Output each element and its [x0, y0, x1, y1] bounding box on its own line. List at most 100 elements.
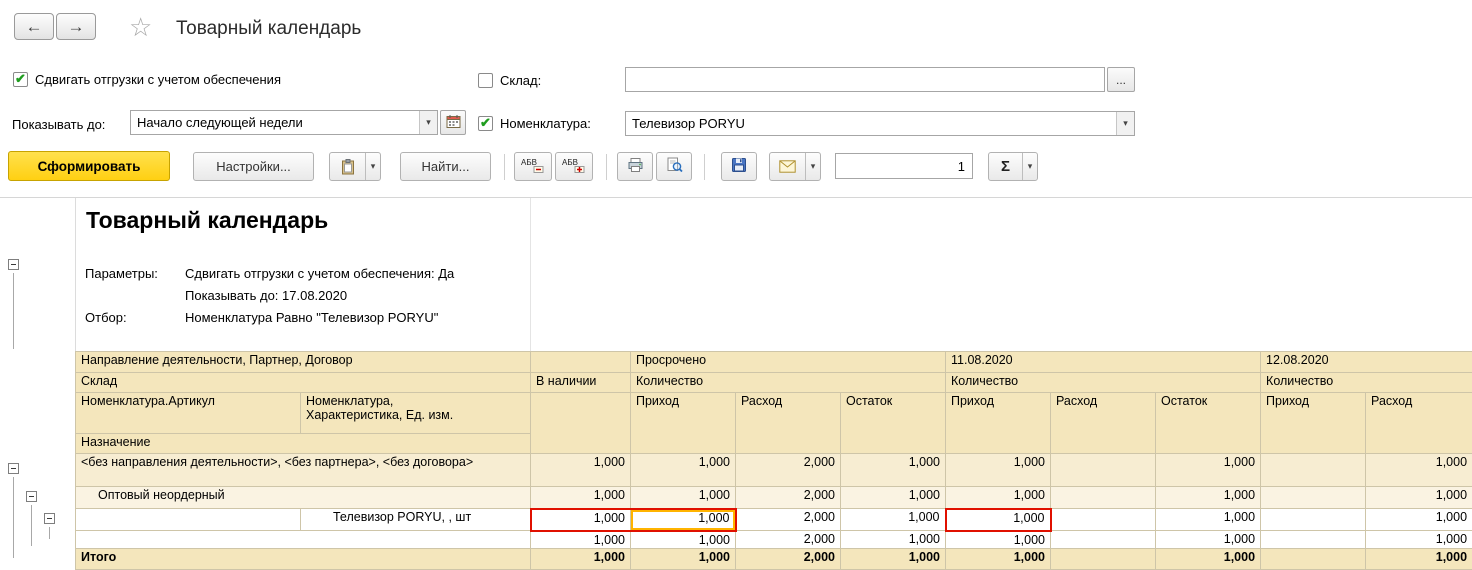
header-purpose[interactable]: Назначение — [75, 433, 531, 454]
warehouse-input[interactable] — [625, 67, 1105, 92]
header-group-date-1[interactable]: 11.08.2020 — [944, 351, 1262, 373]
value-cell[interactable]: 1,000 — [630, 547, 736, 570]
header-measure[interactable]: Приход — [630, 392, 736, 454]
value-cell[interactable]: 1,000 — [1365, 486, 1472, 509]
warehouse-input-field[interactable] — [626, 68, 1104, 91]
counter-input[interactable] — [836, 154, 972, 178]
group-collapse-button[interactable] — [44, 513, 55, 524]
value-cell[interactable]: 1,000 — [530, 486, 631, 509]
header-group-date-2[interactable]: 12.08.2020 — [1260, 351, 1472, 373]
header-empty-cell[interactable] — [530, 392, 631, 454]
header-measure[interactable]: Остаток — [840, 392, 946, 454]
value-cell[interactable]: 1,000 — [1154, 530, 1262, 549]
value-cell[interactable]: 1,000 — [840, 508, 946, 531]
value-cell[interactable]: 1,000 — [840, 486, 946, 509]
chevron-down-icon[interactable]: ▾ — [1022, 153, 1037, 180]
value-cell[interactable] — [1260, 530, 1367, 549]
warehouse-checkbox[interactable]: Склад: — [478, 73, 541, 88]
header-measure[interactable]: Расход — [1365, 392, 1472, 454]
nomenclature-input-field[interactable] — [626, 112, 1116, 135]
value-cell[interactable]: 1,000 — [530, 547, 631, 570]
value-cell[interactable]: 1,000 — [945, 453, 1051, 487]
header-article[interactable]: Номенклатура.Артикул — [75, 392, 301, 434]
row-label-cell[interactable] — [75, 530, 531, 549]
back-button[interactable]: ← — [14, 13, 54, 40]
value-cell[interactable]: 1,000 — [530, 453, 631, 487]
shift-shipments-checkbox[interactable]: ✔ Сдвигать отгрузки с учетом обеспечения — [13, 72, 281, 87]
warehouse-select-button[interactable]: ... — [1107, 67, 1135, 92]
row-label-cell[interactable]: <без направления деятельности>, <без пар… — [75, 453, 531, 487]
counter-field[interactable] — [835, 153, 973, 179]
save-button[interactable] — [721, 152, 757, 181]
header-measure[interactable]: Расход — [1050, 392, 1156, 454]
header-warehouse[interactable]: Склад — [75, 372, 531, 393]
value-cell[interactable]: 1,000 — [840, 547, 946, 570]
value-cell[interactable]: 2,000 — [735, 530, 841, 549]
value-cell[interactable] — [1050, 508, 1156, 531]
value-cell[interactable]: 1,000 — [1154, 508, 1262, 531]
header-measure[interactable]: Расход — [735, 392, 841, 454]
header-measure[interactable]: Приход — [1260, 392, 1367, 454]
collapse-groups-button[interactable]: АБВ — [514, 152, 552, 181]
report-variants-button[interactable]: ▾ — [329, 152, 381, 181]
value-cell[interactable]: 2,000 — [735, 547, 841, 570]
header-measure[interactable]: Остаток — [1154, 392, 1262, 454]
forward-button[interactable]: → — [56, 13, 96, 40]
nomenclature-dropdown-button[interactable]: ▾ — [1116, 112, 1134, 135]
row-label-cell[interactable]: Оптовый неордерный — [75, 486, 531, 509]
value-cell[interactable]: 1,000 — [945, 530, 1051, 549]
row-label-cell[interactable]: Итого — [75, 547, 531, 570]
value-cell[interactable]: 1,000 — [1154, 453, 1262, 487]
value-cell[interactable]: 2,000 — [735, 508, 841, 531]
header-quantity[interactable]: Количество — [1260, 372, 1472, 393]
value-cell[interactable]: 1,000 — [1365, 530, 1472, 549]
value-cell[interactable]: 1,000 — [630, 530, 736, 549]
value-cell[interactable]: 1,000 — [1154, 486, 1262, 509]
generate-button[interactable]: Сформировать — [8, 151, 170, 181]
value-cell[interactable]: 1,000 — [840, 530, 946, 549]
header-nomenclature[interactable]: Номенклатура, Характеристика, Ед. изм. — [300, 392, 531, 434]
value-cell[interactable] — [1260, 453, 1367, 487]
find-button[interactable]: Найти... — [400, 152, 491, 181]
header-direction-partner-contract[interactable]: Направление деятельности, Партнер, Догов… — [75, 351, 531, 373]
show-until-combo[interactable]: ▾ — [130, 110, 438, 135]
header-quantity[interactable]: Количество — [630, 372, 946, 393]
expand-groups-button[interactable]: АБВ — [555, 152, 593, 181]
value-cell[interactable]: 1,000 — [945, 486, 1051, 509]
value-cell[interactable]: 1,000 — [1365, 508, 1472, 531]
header-measure[interactable]: Приход — [945, 392, 1051, 454]
header-in-stock[interactable]: В наличии — [530, 372, 631, 393]
value-cell[interactable] — [1050, 486, 1156, 509]
value-cell[interactable] — [1260, 486, 1367, 509]
value-cell[interactable]: 2,000 — [735, 486, 841, 509]
value-cell[interactable] — [1260, 508, 1367, 531]
nomenclature-combo[interactable]: ▾ — [625, 111, 1135, 136]
value-cell[interactable]: 1,000 — [630, 453, 736, 487]
value-cell[interactable]: 1,000 — [945, 547, 1051, 570]
value-cell[interactable]: 2,000 — [735, 453, 841, 487]
value-cell[interactable]: 1,000 — [1365, 453, 1472, 487]
header-group-overdue[interactable]: Просрочено — [630, 351, 946, 373]
show-until-input-field[interactable] — [131, 111, 419, 134]
calendar-button[interactable] — [440, 110, 466, 135]
show-until-dropdown-button[interactable]: ▾ — [419, 111, 437, 134]
value-cell[interactable] — [1050, 547, 1156, 570]
value-cell[interactable]: 1,000 — [1365, 547, 1472, 570]
value-cell[interactable] — [1050, 530, 1156, 549]
sum-button[interactable]: Σ ▾ — [988, 152, 1038, 181]
row-label-cell[interactable]: Телевизор PORYU, , шт — [300, 508, 531, 531]
group-collapse-button[interactable] — [8, 259, 19, 270]
value-cell[interactable] — [1260, 547, 1367, 570]
send-email-button[interactable]: ▾ — [769, 152, 821, 181]
value-cell[interactable]: 1,000 — [529, 507, 631, 532]
value-cell[interactable]: 1,000 — [944, 507, 1052, 532]
settings-button[interactable]: Настройки... — [193, 152, 314, 181]
value-cell[interactable] — [1050, 453, 1156, 487]
group-collapse-button[interactable] — [26, 491, 37, 502]
value-cell[interactable]: 1,000 — [1154, 547, 1262, 570]
chevron-down-icon[interactable]: ▾ — [805, 153, 820, 180]
print-button[interactable] — [617, 152, 653, 181]
header-quantity[interactable]: Количество — [944, 372, 1262, 393]
value-cell[interactable]: 1,000 — [840, 453, 946, 487]
nomenclature-checkbox[interactable]: ✔ Номенклатура: — [478, 116, 591, 131]
